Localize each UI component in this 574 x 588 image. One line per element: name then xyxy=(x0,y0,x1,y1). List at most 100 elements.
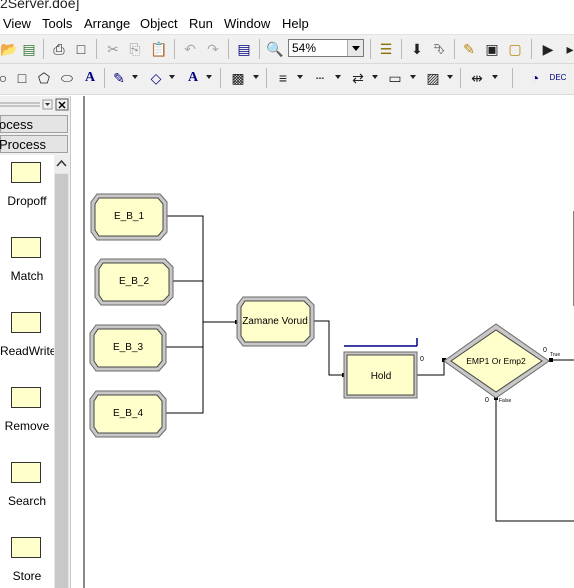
module-decide[interactable]: EMP1 Or Emp2 0 True 0 False xyxy=(443,323,560,404)
polygon-icon[interactable]: ⬠ xyxy=(35,69,53,87)
hatch-icon[interactable]: ▨ xyxy=(424,69,442,87)
submodel-icon[interactable]: ⮷ xyxy=(430,40,448,58)
save-icon[interactable]: ▤ xyxy=(20,40,38,58)
connector-eb4 xyxy=(166,322,204,414)
module-label[interactable]: Search xyxy=(0,494,54,508)
search-module-icon[interactable] xyxy=(11,462,41,483)
hold-label: Hold xyxy=(371,371,392,382)
line-width-icon[interactable]: ≡ xyxy=(274,69,292,87)
chevron-down-icon[interactable] xyxy=(372,75,378,79)
cut-icon[interactable]: ✂ xyxy=(104,40,122,58)
step-icon[interactable]: ▸ xyxy=(561,40,574,58)
module-eb3[interactable]: E_B_3 xyxy=(89,324,167,372)
layers-icon[interactable]: ▤ xyxy=(235,40,253,58)
chevron-down-icon[interactable] xyxy=(347,40,363,56)
panel-label: ocess xyxy=(0,117,33,132)
line-color-icon[interactable]: ✎ xyxy=(110,69,128,87)
remove-module-icon[interactable] xyxy=(11,387,41,408)
scroll-up-button[interactable] xyxy=(54,155,69,173)
align-icon[interactable]: ⇹ xyxy=(468,69,486,87)
chevron-down-icon[interactable] xyxy=(335,75,341,79)
eb1-label: E_B_1 xyxy=(114,211,144,222)
toolbar-separator xyxy=(531,39,532,59)
clock-icon[interactable]: ◔ xyxy=(526,69,544,87)
chevron-down-icon[interactable] xyxy=(447,75,453,79)
redo-icon[interactable]: ↷ xyxy=(204,40,222,58)
connector-eb1 xyxy=(167,215,237,323)
decide-true-label: True xyxy=(550,352,560,358)
ellipse-icon[interactable]: ⬭ xyxy=(58,69,76,87)
readwrite-module-icon[interactable] xyxy=(11,312,41,333)
menu-arrange[interactable]: Arrange xyxy=(84,16,130,31)
run-icon[interactable]: ▶ xyxy=(539,40,557,58)
scroll-thumb[interactable] xyxy=(55,174,68,588)
chevron-down-icon[interactable] xyxy=(410,75,416,79)
edit-data-icon[interactable]: ▣ xyxy=(483,40,501,58)
store-module-icon[interactable] xyxy=(11,537,41,558)
fill-color-icon[interactable]: ◇ xyxy=(147,69,165,87)
polyline-icon[interactable]: ○ xyxy=(0,69,12,87)
rectangle-icon[interactable]: □ xyxy=(13,69,31,87)
menu-run[interactable]: Run xyxy=(189,16,213,31)
menu-help[interactable]: Help xyxy=(282,16,309,31)
menu-view[interactable]: View xyxy=(3,16,31,31)
background-color-icon[interactable]: ▩ xyxy=(229,69,247,87)
arrow-style-icon[interactable]: ⇄ xyxy=(349,69,367,87)
comment-icon[interactable]: ▢ xyxy=(506,40,524,58)
chevron-down-icon[interactable] xyxy=(253,75,259,79)
menu-object[interactable]: Object xyxy=(140,16,178,31)
toolbar-separator xyxy=(96,39,97,59)
module-label[interactable]: Store xyxy=(0,569,54,583)
eb3-label: E_B_3 xyxy=(113,342,143,353)
copy-icon[interactable]: ⎘ xyxy=(126,40,144,58)
panel-process[interactable]: Process xyxy=(0,135,68,153)
flowchart-canvas[interactable]: E_B_1 E_B_2 E_B_3 E_B_4 Zamane Vorud 0 H… xyxy=(83,96,574,588)
module-hold[interactable]: 0 Hold xyxy=(343,338,424,399)
chevron-down-icon[interactable] xyxy=(169,75,175,79)
undo-icon[interactable]: ↶ xyxy=(181,40,199,58)
module-eb2[interactable]: E_B_2 xyxy=(94,258,174,306)
chevron-down-icon[interactable] xyxy=(297,75,303,79)
zoom-icon[interactable]: 🔍 xyxy=(266,40,284,58)
module-eb4[interactable]: E_B_4 xyxy=(89,390,167,438)
match-module-icon[interactable] xyxy=(11,237,41,258)
toolbar-separator xyxy=(512,68,513,88)
window-title: 2Server.doe] xyxy=(0,0,80,11)
line-style-icon[interactable]: ┄ xyxy=(311,69,329,87)
module-eb1[interactable]: E_B_1 xyxy=(90,193,168,241)
hold-count: 0 xyxy=(420,356,424,363)
module-label[interactable]: Match xyxy=(0,269,54,283)
module-label[interactable]: Dropoff xyxy=(0,194,54,208)
check-model-icon[interactable]: ✎ xyxy=(460,40,478,58)
chevron-down-icon[interactable] xyxy=(492,75,498,79)
menu-tools[interactable]: Tools xyxy=(42,16,72,31)
connector-hold-decide xyxy=(417,362,445,376)
print-preview-icon[interactable]: □ xyxy=(72,40,90,58)
panel-advanced-process[interactable]: ocess xyxy=(0,115,68,133)
toolbar-separator xyxy=(43,39,44,59)
pattern-icon[interactable]: ▭ xyxy=(386,69,404,87)
dropoff-module-icon[interactable] xyxy=(11,162,41,183)
draw-toolbar: ○ □ ⬠ ⬭ A ✎ ◇ A ▩ ≡ ┄ ⇄ ▭ ▨ ⇹ ◔ DEC xyxy=(0,64,574,95)
module-label[interactable]: ReadWrite xyxy=(0,344,56,358)
chevron-down-icon[interactable] xyxy=(206,75,212,79)
decide-label: EMP1 Or Emp2 xyxy=(466,356,526,366)
decide-true-count: 0 xyxy=(543,347,547,354)
layer-stack-icon[interactable]: ☰ xyxy=(377,40,395,58)
print-icon[interactable]: ⎙ xyxy=(50,40,68,58)
menu-window[interactable]: Window xyxy=(224,16,270,31)
text-icon[interactable]: A xyxy=(81,69,99,87)
project-bar-header xyxy=(0,98,69,112)
open-icon[interactable]: 📂 xyxy=(0,40,18,58)
eb4-label: E_B_4 xyxy=(113,408,143,419)
paste-icon[interactable]: 📋 xyxy=(150,40,168,58)
text-color-icon[interactable]: A xyxy=(184,69,202,87)
date-icon[interactable]: DEC xyxy=(549,69,567,87)
zoom-select[interactable]: 54% xyxy=(288,39,364,57)
module-label[interactable]: Remove xyxy=(0,419,54,433)
module-zamane-vorud[interactable]: Zamane Vorud xyxy=(236,296,315,347)
chevron-down-icon[interactable] xyxy=(132,75,138,79)
toolbar-separator xyxy=(454,39,455,59)
connect-icon[interactable]: ⬇ xyxy=(408,40,426,58)
toolbar-separator xyxy=(228,39,229,59)
